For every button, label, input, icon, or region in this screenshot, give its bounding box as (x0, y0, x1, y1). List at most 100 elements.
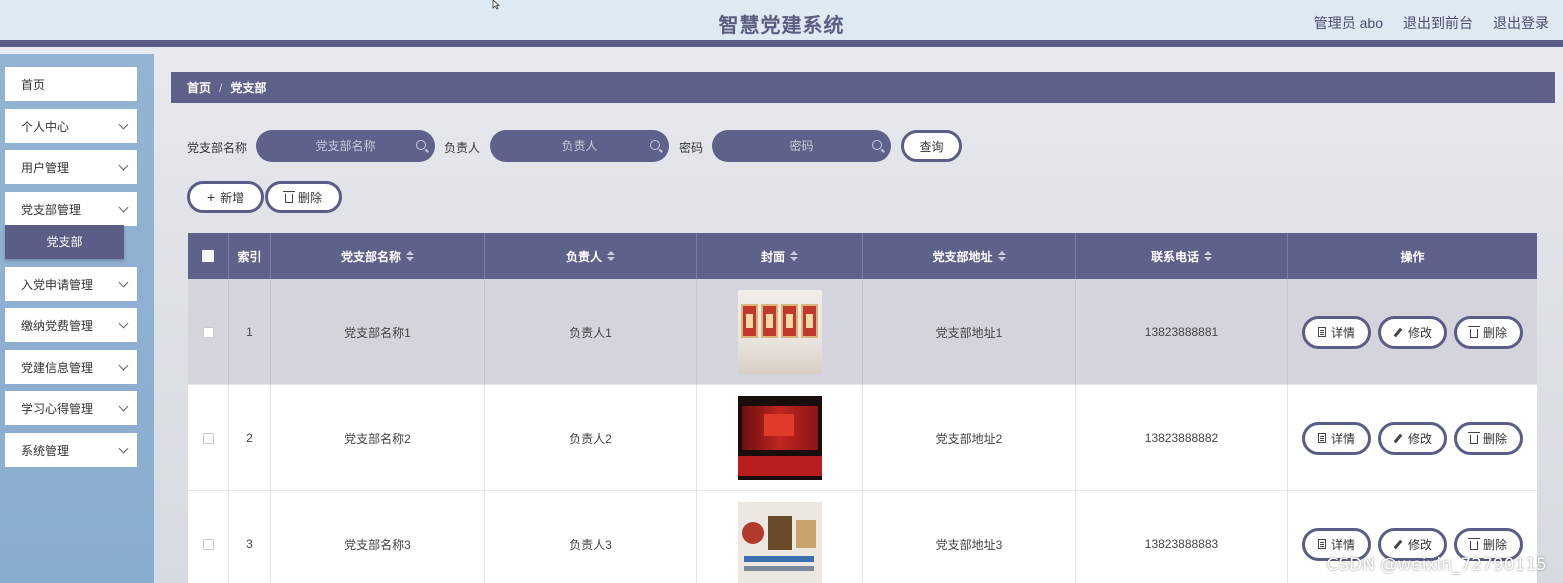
breadcrumb-current: 党支部 (230, 81, 267, 95)
trash-icon (1467, 325, 1480, 338)
chevron-down-icon (118, 277, 129, 287)
sidebar-item-study[interactable]: 学习心得管理 (5, 391, 137, 425)
sidebar-subitem-branch[interactable]: 党支部 (5, 225, 124, 259)
cell-branch-name: 党支部名称2 (344, 431, 411, 446)
table-cell: 负责人2 (485, 385, 697, 491)
chevron-down-icon (118, 160, 129, 170)
row-checkbox[interactable] (202, 432, 214, 444)
col-branch-name-label: 党支部名称 (340, 249, 401, 264)
table-cell: 党支部名称3 (271, 491, 485, 583)
sidebar-item-profile[interactable]: 个人中心 (5, 109, 137, 143)
search-icon (872, 140, 882, 150)
row-checkbox[interactable] (202, 538, 214, 550)
row-checkbox[interactable] (202, 326, 214, 338)
breadcrumb-home[interactable]: 首页 (187, 79, 211, 96)
sort-icon[interactable] (1204, 251, 1212, 261)
table-cell: 党支部名称2 (271, 385, 485, 491)
cell-index: 1 (246, 325, 253, 339)
cover-image (737, 396, 822, 480)
password-input[interactable]: 密码 (712, 130, 891, 162)
edit-button[interactable]: 修改 (1378, 315, 1447, 349)
table-cell: 党支部地址3 (863, 491, 1076, 583)
branch-name-label: 党支部名称 (187, 141, 248, 155)
table-cell: 党支部地址2 (863, 385, 1076, 491)
cell-leader: 负责人2 (569, 431, 612, 446)
sidebar-item-dues[interactable]: 缴纳党费管理 (5, 308, 137, 342)
cell-leader: 负责人3 (569, 537, 612, 552)
cell-address: 党支部地址2 (935, 431, 1003, 446)
col-branch-name[interactable]: 党支部名称 (271, 233, 485, 279)
delete-label: 删除 (1482, 431, 1507, 446)
sort-icon[interactable] (997, 251, 1006, 261)
detail-button[interactable]: 详情 (1302, 315, 1371, 349)
sidebar-item-label: 入党申请管理 (21, 277, 94, 292)
document-icon (1317, 327, 1326, 337)
col-phone-label: 联系电话 (1150, 249, 1199, 264)
detail-label: 详情 (1330, 431, 1355, 446)
table-cell: 3 (229, 491, 271, 583)
leader-input[interactable]: 负责人 (490, 130, 669, 162)
edit-button[interactable]: 修改 (1378, 421, 1447, 455)
cell-phone: 13823888883 (1144, 537, 1219, 551)
branch-name-input[interactable]: 党支部名称 (256, 130, 435, 162)
col-address-label: 党支部地址 (932, 249, 993, 264)
sidebar-item-application[interactable]: 入党申请管理 (5, 267, 137, 301)
breadcrumb: 首页 / 党支部 (171, 72, 1555, 103)
document-icon (1317, 433, 1326, 443)
sort-icon[interactable] (607, 251, 615, 261)
query-button-label: 查询 (919, 139, 944, 154)
table-cell: 1 (229, 279, 271, 385)
back-to-front-link[interactable]: 退出到前台 (1403, 13, 1473, 33)
select-all-cell (188, 233, 229, 279)
table-cell: 详情 修改 删除 (1288, 279, 1537, 385)
col-index-label: 索引 (237, 249, 262, 264)
table-cell (697, 491, 863, 583)
sort-icon[interactable] (406, 251, 414, 261)
trash-icon (282, 190, 295, 203)
chevron-down-icon (118, 119, 129, 129)
delete-button[interactable]: 删除 (1454, 315, 1523, 349)
edit-label: 修改 (1407, 325, 1432, 340)
search-icon (416, 140, 426, 150)
cell-phone: 13823888881 (1144, 325, 1219, 339)
password-placeholder: 密码 (789, 139, 814, 153)
logout-link[interactable]: 退出登录 (1493, 13, 1549, 33)
cell-branch-name: 党支部名称1 (344, 325, 411, 340)
detail-button[interactable]: 详情 (1302, 421, 1371, 455)
search-icon (650, 140, 660, 150)
bulk-delete-button[interactable]: 删除 (265, 181, 342, 213)
mouse-cursor-icon (492, 0, 501, 10)
sidebar-item-party-info[interactable]: 党建信息管理 (5, 350, 137, 384)
edit-label: 修改 (1407, 431, 1432, 446)
branch-name-placeholder: 党支部名称 (315, 139, 376, 153)
plus-icon: + (206, 189, 216, 205)
cover-image (737, 502, 822, 583)
select-all-checkbox[interactable] (202, 250, 214, 262)
col-address[interactable]: 党支部地址 (863, 233, 1076, 279)
sidebar-item-system[interactable]: 系统管理 (5, 433, 137, 467)
sidebar-item-label: 用户管理 (21, 160, 70, 175)
col-cover[interactable]: 封面 (697, 233, 863, 279)
col-leader[interactable]: 负责人 (485, 233, 697, 279)
sort-icon[interactable] (790, 251, 798, 261)
delete-button[interactable]: 删除 (1454, 421, 1523, 455)
col-actions-label: 操作 (1400, 249, 1425, 264)
detail-label: 详情 (1330, 537, 1355, 552)
cell-address: 党支部地址3 (935, 537, 1003, 552)
table-cell (188, 385, 229, 491)
table-cell: 2 (229, 385, 271, 491)
cell-index: 2 (246, 431, 253, 445)
admin-user-link[interactable]: 管理员 abo (1314, 13, 1383, 33)
chevron-down-icon (118, 401, 129, 411)
col-phone[interactable]: 联系电话 (1076, 233, 1288, 279)
sidebar-item-users[interactable]: 用户管理 (5, 150, 137, 184)
sidebar-item-home[interactable]: 首页 (5, 67, 137, 101)
edit-label: 修改 (1407, 537, 1432, 552)
add-button[interactable]: + 新增 (187, 181, 264, 213)
query-button[interactable]: 查询 (901, 130, 962, 162)
header-links: 管理员 abo 退出到前台 退出登录 (1314, 13, 1549, 33)
table-cell: 13823888883 (1076, 491, 1288, 583)
table-cell: 负责人1 (485, 279, 697, 385)
sidebar-item-branch[interactable]: 党支部管理 (5, 192, 137, 226)
sidebar-item-label: 党支部管理 (21, 202, 82, 217)
